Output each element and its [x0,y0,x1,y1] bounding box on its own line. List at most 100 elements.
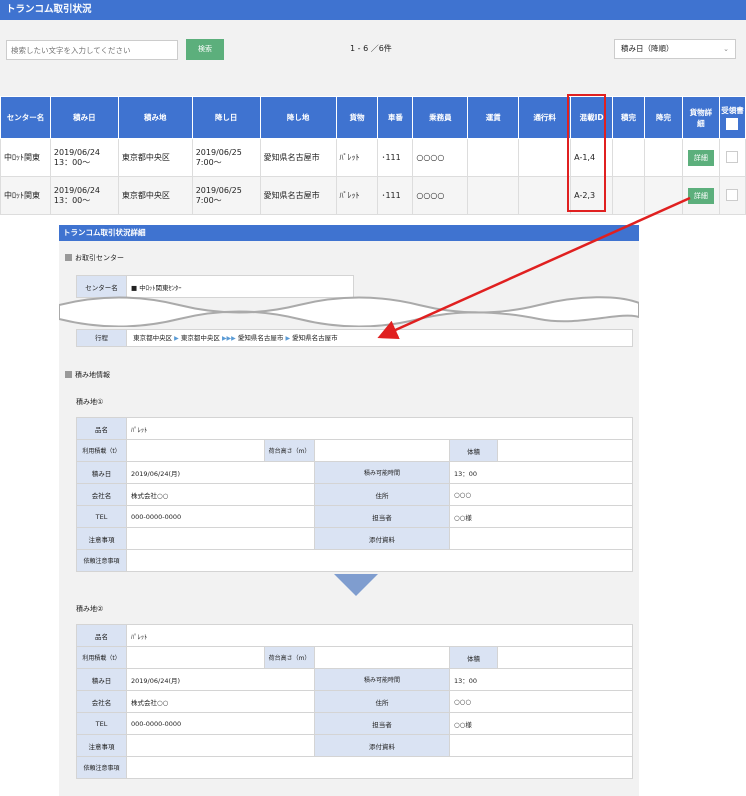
table-header-row: センター名 積み日 積み地 降し日 降し地 貨物 車番 乗務員 運賃 通行料 混… [0,96,746,139]
detail-button[interactable]: 詳細 [687,187,714,204]
field-label: 積み日 [76,461,127,484]
col-load-done: 積完 [612,96,646,139]
field-value: 2019/06/24(月) [126,668,315,691]
field-label: 担当者 [314,712,450,735]
down-arrow-icon [334,574,378,596]
col-receipt: 受領書 [718,96,746,139]
route-stop: 愛知県名古屋市 [292,334,338,342]
field-value [126,439,265,462]
field-value [126,756,633,779]
col-toll: 通行料 [518,96,572,139]
col-fare: 運賃 [467,96,520,139]
section-load: 積み地情報 [65,370,110,380]
cell-load-done [612,138,646,177]
field-label: 住所 [314,483,450,506]
field-value [497,439,633,462]
col-cargo: 貨物 [335,96,379,139]
field-label: TEL [76,505,127,528]
cell-load-done [612,176,646,215]
receipt-checkbox[interactable] [726,150,739,163]
cell-unload-place: 愛知県名古屋市 [259,176,337,215]
col-unload-place: 降し地 [259,96,337,139]
section-center: お取引センター [65,253,124,263]
mixed-id-highlight [567,94,606,212]
cell-unload-date: 2019/06/25 7:00～ [191,138,261,177]
cell-toll [518,176,572,215]
play-icon: ▶▶▶ [221,335,236,342]
field-label: 注意事項 [76,527,127,550]
col-center: センター名 [0,96,51,139]
cell-toll [518,138,572,177]
cell-unload-done [644,176,683,215]
cell-car: ･111 [377,138,414,177]
search-button[interactable]: 検索 [186,39,224,60]
cell-fare [467,138,520,177]
page-title: トランコム取引状況 [0,0,746,20]
field-value [126,549,633,572]
field-value: 株式会社○○ [126,690,315,713]
transactions-table: センター名 積み日 積み地 降し日 降し地 貨物 車番 乗務員 運賃 通行料 混… [0,96,746,215]
field-value: 2019/06/24(月) [126,461,315,484]
field-value: 000-0000-0000 [126,712,315,735]
col-crew: 乗務員 [412,96,469,139]
load-table: 品名 ﾊﾟﾚｯﾄ 利用積載（t） 荷台高さ（m） 体積 積み日 2019/06/24(月… [76,624,633,779]
field-label: 注意事項 [76,734,127,757]
field-label: 依頼注意事項 [76,549,127,572]
search-input[interactable] [6,40,178,60]
field-label: 添付資料 [314,734,450,757]
cell-load-date: 2019/06/24 13：00～ [49,176,119,215]
square-icon [65,254,72,261]
field-value [126,527,315,550]
field-value: 13：00 [449,461,633,484]
cell-cargo: ﾊﾟﾚｯﾄ [335,176,379,215]
field-label: 会社名 [76,690,127,713]
field-label: 利用積載（t） [76,646,127,669]
load-heading: 積み地① [76,398,104,406]
col-car: 車番 [377,96,414,139]
cell-center: 中ﾛｯﾄ関東 [0,138,51,177]
field-value: ○○様 [449,712,633,735]
field-label: 荷台高さ（m） [264,646,315,669]
field-value [126,734,315,757]
cell-unload-date: 2019/06/25 7:00～ [191,176,261,215]
route-stop: 愛知県名古屋市 [237,334,284,342]
col-unload-date: 降し日 [191,96,261,139]
route-row: 行程 東京都中央区 ▶ 東京都中央区 ▶▶▶ 愛知県名古屋市 ▶ 愛知県名古屋市 [76,329,633,347]
cell-car: ･111 [377,176,414,215]
field-value [497,646,633,669]
route-stop: 東京都中央区 [133,334,173,342]
cell-cargo: ﾊﾟﾚｯﾄ [335,138,379,177]
field-label: 積み可能時間 [314,461,450,484]
col-load-date: 積み日 [49,96,119,139]
field-label: 添付資料 [314,527,450,550]
sort-select[interactable]: 積み日（降順） ⌄ [614,39,736,59]
result-count: 1 - 6 ／6件 [350,44,392,53]
field-value [449,734,633,757]
select-all-checkbox[interactable] [726,118,739,130]
table-row: 中ﾛｯﾄ関東 2019/06/24 13：00～ 東京都中央区 2019/06/… [0,138,746,177]
square-icon [65,371,72,378]
cell-unload-place: 愛知県名古屋市 [259,138,337,177]
field-label: 担当者 [314,505,450,528]
cell-fare [467,176,520,215]
field-label: 体積 [449,646,498,669]
col-load-place: 積み地 [117,96,193,139]
route-label: 行程 [77,330,127,346]
receipt-checkbox[interactable] [726,188,739,201]
field-value [314,439,450,462]
field-label: 品名 [76,624,127,647]
field-value: ○○様 [449,505,633,528]
field-label: TEL [76,712,127,735]
field-label: 積み可能時間 [314,668,450,691]
cell-crew: ○○○○ [412,138,469,177]
field-value: ﾊﾟﾚｯﾄ [126,417,633,440]
field-value [449,527,633,550]
route-stop: 東京都中央区 [180,334,220,342]
field-value: ○○○ [449,483,633,506]
field-label: 体積 [449,439,498,462]
field-value: ○○○ [449,690,633,713]
field-label: 利用積載（t） [76,439,127,462]
detail-button[interactable]: 詳細 [687,149,714,166]
cell-crew: ○○○○ [412,176,469,215]
field-label: 積み日 [76,668,127,691]
